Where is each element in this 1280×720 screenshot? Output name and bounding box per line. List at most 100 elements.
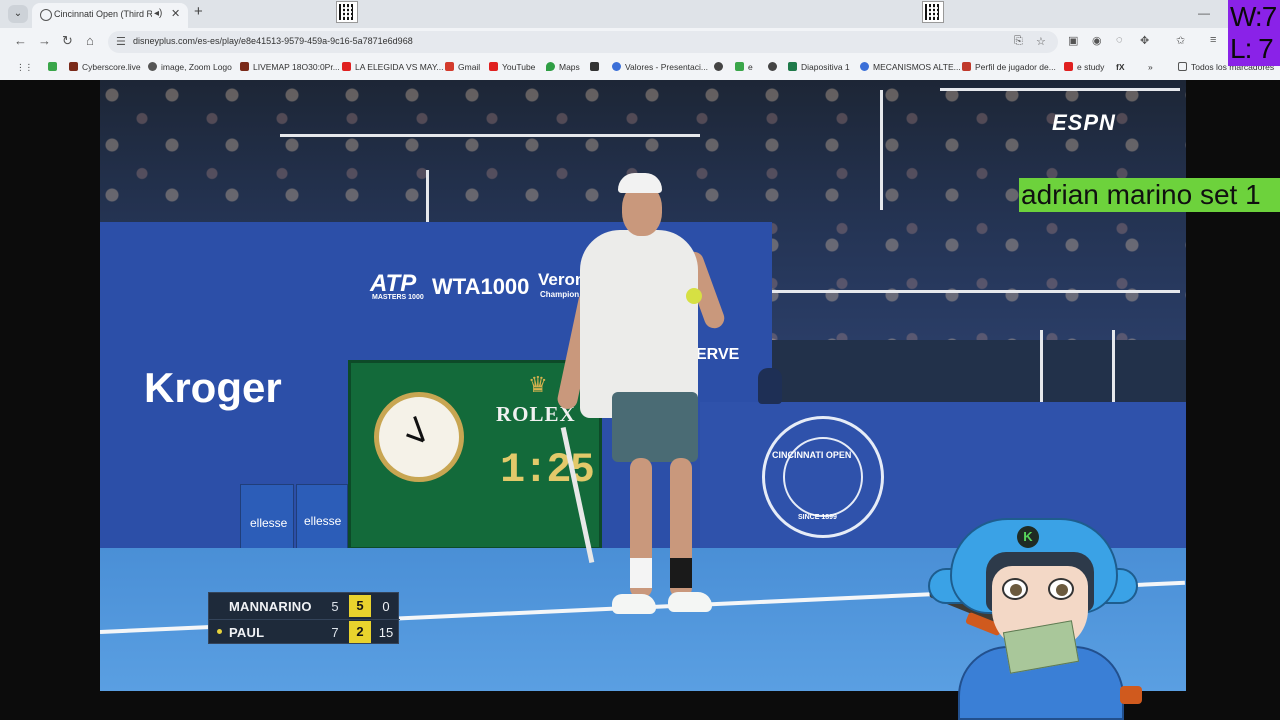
- active-tab[interactable]: Cincinnati Open (Third Rou ◂) ✕: [32, 3, 188, 28]
- bookmarks-bar: ⋮⋮ Cyberscore.live image, Zoom Logo LIVE…: [0, 56, 1280, 78]
- bookmark-item[interactable]: fX: [1116, 60, 1125, 74]
- serve-logo: ERVE: [696, 346, 740, 363]
- browser-chrome: ⌄ Cincinnati Open (Third Rou ◂) ✕ + — ← …: [0, 0, 1280, 80]
- player-cap: [618, 173, 662, 193]
- serve-indicator-icon: [217, 629, 222, 634]
- globe-icon: [783, 437, 863, 517]
- minimize-icon[interactable]: —: [1198, 6, 1210, 20]
- bookmark-item[interactable]: Cyberscore.live: [69, 60, 141, 74]
- bookmark-star-icon[interactable]: ✩: [1176, 34, 1185, 47]
- bookmark-icon: [860, 62, 869, 71]
- tab-strip: ⌄ Cincinnati Open (Third Rou ◂) ✕ + —: [0, 0, 1280, 28]
- bookmark-item[interactable]: e: [735, 60, 753, 74]
- bookmark-item[interactable]: [714, 60, 727, 74]
- globe-icon: [768, 62, 777, 71]
- globe-icon: [148, 62, 157, 71]
- bookmark-item[interactable]: [48, 60, 61, 74]
- site-info-icon[interactable]: ☰: [116, 35, 126, 48]
- url-text: disneyplus.com/es-es/play/e8e41513-9579-…: [133, 36, 413, 46]
- star-icon[interactable]: ☆: [1036, 35, 1046, 48]
- bookmark-icon: [590, 62, 599, 71]
- globe-icon: [714, 62, 723, 71]
- extension-icon[interactable]: ◉: [1092, 34, 1102, 47]
- bookmark-item[interactable]: LIVEMAP 18O30:0Pr...: [240, 60, 340, 74]
- bookmark-item[interactable]: Valores - Presentaci...: [612, 60, 708, 74]
- bookmark-item[interactable]: YouTube: [489, 60, 535, 74]
- extension-icon[interactable]: ▣: [1068, 34, 1078, 47]
- win-loss-counter: W:7 L: 7: [1228, 0, 1280, 66]
- new-tab-button[interactable]: +: [194, 4, 203, 20]
- line-judge: [758, 368, 782, 404]
- clock-icon: [374, 392, 464, 482]
- current-set-score: 5: [349, 595, 371, 617]
- address-bar[interactable]: ☰ disneyplus.com/es-es/play/e8e41513-957…: [108, 31, 1058, 53]
- reload-icon[interactable]: ↻: [62, 33, 73, 49]
- avatar-eye: [1048, 578, 1074, 600]
- player-sock: [630, 558, 652, 588]
- wta-logo: WTA1000: [432, 274, 530, 299]
- bookmark-item[interactable]: Perfil de jugador de...: [962, 60, 1056, 74]
- veron-logo-sub: Champion: [540, 290, 580, 299]
- bookmark-item[interactable]: Gmail: [445, 60, 480, 74]
- stream-overlay-label: adrian marino set 1: [1019, 178, 1280, 212]
- extension-icon[interactable]: ◌: [1116, 34, 1123, 46]
- player-sock: [670, 558, 692, 588]
- tennis-scoreboard: MANNARINO 5 5 0 PAUL 7 2 15: [208, 592, 400, 644]
- tab-search-button[interactable]: ⌄: [8, 5, 28, 23]
- ellesse-logo: ellesse: [250, 516, 288, 530]
- losses-count: L: 7: [1230, 33, 1274, 64]
- bookmark-item[interactable]: MECANISMOS ALTE...: [860, 60, 961, 74]
- tab-title: Cincinnati Open (Third Rou: [54, 9, 152, 19]
- k-badge-icon: K: [1017, 526, 1039, 548]
- bookmark-item[interactable]: LA ELEGIDA VS MAY...: [342, 60, 444, 74]
- shot-clock: 1:25: [500, 446, 595, 494]
- stand-railing: [940, 88, 1180, 91]
- set1-score: 7: [331, 625, 339, 640]
- forward-icon[interactable]: →: [38, 33, 51, 49]
- cyberscore-icon: [69, 62, 78, 71]
- bookmark-item[interactable]: e study: [1064, 60, 1104, 74]
- kroger-logo: Kroger: [144, 364, 282, 411]
- stand-railing: [1112, 330, 1115, 410]
- player-name: PAUL: [229, 625, 265, 640]
- bookmark-item[interactable]: Maps: [546, 60, 580, 74]
- veron-logo: Veron: [538, 270, 586, 289]
- bookmark-item[interactable]: image, Zoom Logo: [148, 60, 232, 74]
- wins-count: W:7: [1230, 1, 1277, 32]
- bookmark-item[interactable]: [590, 60, 603, 74]
- profile-icon: [962, 62, 971, 71]
- bookmark-item[interactable]: [768, 60, 781, 74]
- bookmark-item[interactable]: Diapositiva 1: [788, 60, 850, 74]
- home-icon[interactable]: ⌂: [86, 33, 94, 49]
- avatar-eye: [1002, 578, 1028, 600]
- streamer-avatar: K: [928, 508, 1148, 720]
- tab-favicon-icon: [40, 9, 52, 21]
- apps-icon[interactable]: ⋮⋮: [16, 60, 33, 74]
- score-row-player-1: MANNARINO 5 5 0: [209, 594, 400, 619]
- browser-toolbar: ← → ↻ ⌂ ☰ disneyplus.com/es-es/play/e8e4…: [0, 28, 1280, 56]
- folder-icon: [1178, 62, 1187, 71]
- stand-railing: [880, 90, 883, 210]
- menu-icon[interactable]: ≡: [1210, 34, 1216, 46]
- bookmarks-overflow-button[interactable]: »: [1148, 60, 1153, 74]
- game-points: 0: [382, 599, 390, 614]
- crown-icon: ♛: [528, 372, 548, 397]
- back-icon[interactable]: ←: [14, 33, 27, 49]
- player-shorts: [612, 392, 698, 462]
- tennis-player: [580, 230, 698, 418]
- game-points: 15: [378, 625, 394, 640]
- qr-code-icon: [336, 1, 358, 23]
- qr-code-icon: [922, 1, 944, 23]
- extensions-puzzle-icon[interactable]: ✥: [1140, 34, 1149, 47]
- install-icon[interactable]: ⎘: [1014, 35, 1023, 48]
- stand-railing: [1040, 330, 1043, 410]
- score-row-player-2: PAUL 7 2 15: [209, 619, 400, 644]
- player-name: MANNARINO: [229, 599, 312, 614]
- close-icon[interactable]: ✕: [171, 7, 180, 20]
- gmail-icon: [445, 62, 454, 71]
- cincinnati-since-text: SINCE 1899: [798, 514, 837, 521]
- slides-icon: [788, 62, 797, 71]
- speaker-icon[interactable]: ◂): [154, 8, 162, 19]
- puzzle-icon: [48, 62, 57, 71]
- puzzle-icon: [735, 62, 744, 71]
